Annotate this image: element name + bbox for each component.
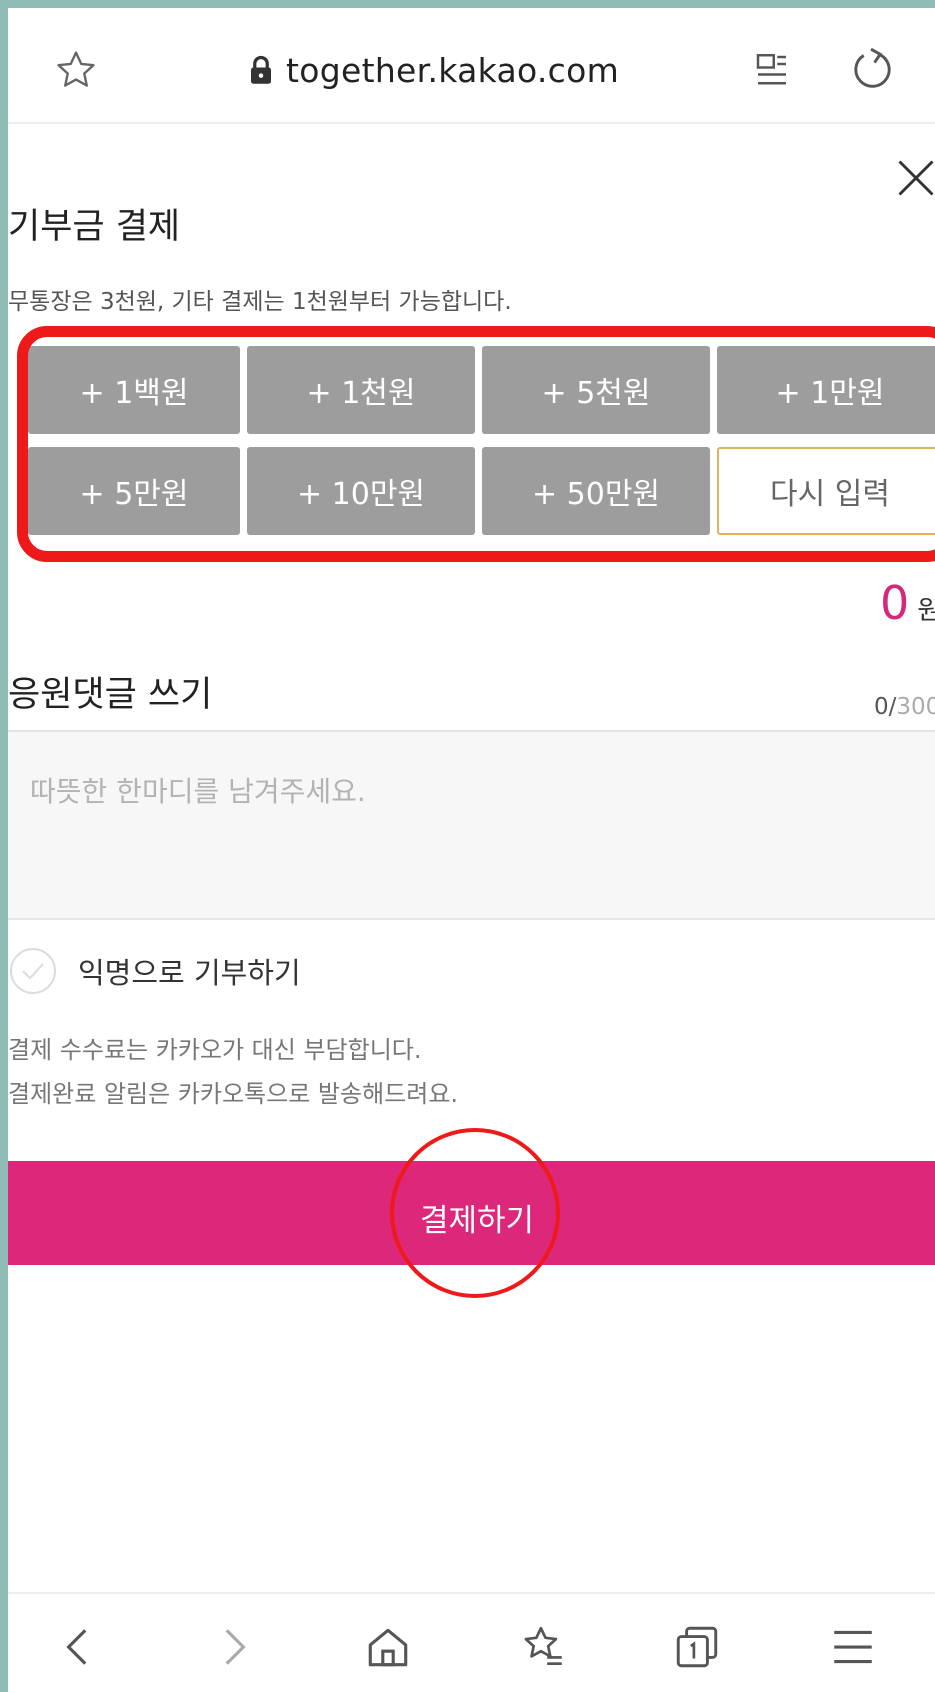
amount-unit: 원 [917, 596, 935, 626]
address-bar[interactable]: together.kakao.com [248, 48, 619, 92]
comment-title: 응원댓글 쓰기 [8, 675, 213, 715]
menu-icon[interactable] [828, 1622, 878, 1672]
reader-mode-icon[interactable] [750, 50, 794, 92]
add-100000-won-button[interactable]: + 10만원 [247, 447, 475, 535]
page-title: 기부금 결제 [8, 207, 181, 247]
add-500000-won-button[interactable]: + 50만원 [482, 447, 710, 535]
add-5000-won-button[interactable]: + 5천원 [482, 346, 710, 434]
add-100-won-button[interactable]: + 1백원 [28, 346, 240, 434]
close-icon[interactable] [894, 156, 935, 200]
lock-icon [251, 55, 271, 84]
notification-info: 결제완료 알림은 카카오톡으로 발송해드려요. [8, 1080, 459, 1108]
tabs-icon[interactable] [672, 1622, 722, 1672]
add-1000-won-button[interactable]: + 1천원 [247, 346, 475, 434]
forward-icon[interactable] [208, 1622, 258, 1672]
comment-char-counter: 0/300 [874, 694, 935, 720]
fee-info: 결제 수수료는 카카오가 대신 부담합니다. [8, 1036, 422, 1064]
anonymous-label: 익명으로 기부하기 [78, 956, 301, 990]
add-10000-won-button[interactable]: + 1만원 [717, 346, 935, 434]
reset-amount-button[interactable]: 다시 입력 [717, 447, 935, 535]
amount-value: 0 [880, 576, 910, 630]
browser-bottom-bar [8, 1592, 935, 1692]
url-text: together.kakao.com [286, 50, 620, 90]
counter-current: 0/ [874, 694, 897, 720]
browser-screen: together.kakao.com 기부금 결제 무통장은 3천원, 기타 결… [8, 8, 935, 1692]
comment-placeholder: 따뜻한 한마디를 남겨주세요. [30, 775, 366, 808]
add-50000-won-button[interactable]: + 5만원 [28, 447, 240, 535]
payment-notice: 무통장은 3천원, 기타 결제는 1천원부터 가능합니다. [8, 289, 512, 315]
pay-button-label: 결제하기 [420, 1203, 535, 1239]
pay-button[interactable]: 결제하기 [8, 1161, 935, 1265]
star-outline-icon[interactable] [54, 48, 98, 92]
home-icon[interactable] [363, 1622, 413, 1672]
amount-display: 0 원 [880, 576, 935, 630]
anonymous-checkbox-row[interactable]: 익명으로 기부하기 [8, 946, 301, 996]
comment-input[interactable]: 따뜻한 한마디를 남겨주세요. [8, 730, 935, 920]
reload-icon[interactable] [846, 44, 896, 94]
counter-max: 300 [896, 694, 935, 720]
checkbox-circle-icon[interactable] [8, 946, 58, 996]
back-icon[interactable] [54, 1622, 104, 1672]
bookmarks-icon[interactable] [518, 1622, 568, 1672]
browser-top-bar: together.kakao.com [8, 8, 935, 124]
